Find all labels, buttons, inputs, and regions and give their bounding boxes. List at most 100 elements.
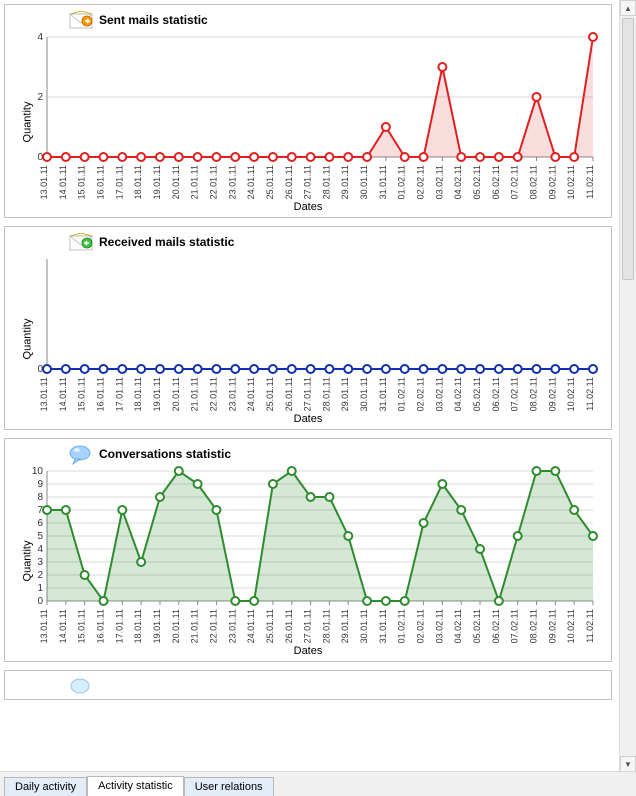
- xlabel-sent: Dates: [13, 201, 603, 213]
- svg-text:2: 2: [37, 570, 43, 581]
- svg-text:17.01.11: 17.01.11: [114, 609, 124, 643]
- scroll-up-button[interactable]: ▲: [620, 0, 636, 16]
- svg-text:11.02.11: 11.02.11: [585, 609, 595, 643]
- svg-text:31.01.11: 31.01.11: [378, 609, 388, 643]
- svg-text:4: 4: [37, 32, 43, 43]
- svg-text:29.01.11: 29.01.11: [340, 609, 350, 643]
- svg-text:15.01.11: 15.01.11: [77, 377, 87, 411]
- svg-text:25.01.11: 25.01.11: [265, 377, 275, 411]
- svg-text:04.02.11: 04.02.11: [453, 377, 463, 411]
- svg-text:6: 6: [37, 518, 43, 529]
- svg-text:08.02.11: 08.02.11: [529, 609, 539, 643]
- svg-text:13.01.11: 13.01.11: [39, 609, 49, 643]
- svg-text:07.02.11: 07.02.11: [510, 165, 520, 199]
- svg-text:30.01.11: 30.01.11: [359, 165, 369, 199]
- svg-text:23.01.11: 23.01.11: [227, 165, 237, 199]
- svg-text:26.01.11: 26.01.11: [284, 165, 294, 199]
- svg-text:21.01.11: 21.01.11: [190, 165, 200, 199]
- svg-text:13.01.11: 13.01.11: [39, 377, 49, 411]
- panel-received-mails: Received mails statistic Quantity 013.01…: [4, 226, 612, 430]
- svg-text:18.01.11: 18.01.11: [133, 377, 143, 411]
- svg-text:17.01.11: 17.01.11: [114, 377, 124, 411]
- svg-text:23.01.11: 23.01.11: [227, 609, 237, 643]
- tab-daily-activity[interactable]: Daily activity: [4, 777, 87, 796]
- svg-text:10: 10: [32, 466, 44, 477]
- ylabel-sent: Quantity: [21, 102, 33, 143]
- speech-bubble-icon: [69, 445, 93, 463]
- svg-text:14.01.11: 14.01.11: [58, 609, 68, 643]
- svg-text:1: 1: [37, 583, 43, 594]
- svg-text:22.01.11: 22.01.11: [208, 165, 218, 199]
- chart-received: 013.01.1114.01.1115.01.1116.01.1117.01.1…: [13, 253, 603, 413]
- tab-user-relations[interactable]: User relations: [184, 777, 274, 796]
- svg-text:05.02.11: 05.02.11: [472, 377, 482, 411]
- svg-text:14.01.11: 14.01.11: [58, 165, 68, 199]
- svg-text:06.02.11: 06.02.11: [491, 609, 501, 643]
- svg-text:11.02.11: 11.02.11: [585, 377, 595, 411]
- svg-text:02.02.11: 02.02.11: [416, 165, 426, 199]
- svg-text:27.01.11: 27.01.11: [303, 377, 313, 411]
- svg-text:14.01.11: 14.01.11: [58, 377, 68, 411]
- svg-text:01.02.11: 01.02.11: [397, 609, 407, 643]
- svg-text:06.02.11: 06.02.11: [491, 165, 501, 199]
- svg-text:09.02.11: 09.02.11: [547, 609, 557, 643]
- svg-text:03.02.11: 03.02.11: [434, 165, 444, 199]
- svg-text:02.02.11: 02.02.11: [416, 377, 426, 411]
- svg-text:18.01.11: 18.01.11: [133, 165, 143, 199]
- scrollbar-thumb[interactable]: [622, 18, 634, 280]
- svg-text:09.02.11: 09.02.11: [547, 165, 557, 199]
- tabstrip: Daily activity Activity statistic User r…: [0, 771, 636, 796]
- svg-text:28.01.11: 28.01.11: [321, 609, 331, 643]
- unknown-icon: [69, 677, 93, 695]
- xlabel-received: Dates: [13, 413, 603, 425]
- svg-text:18.01.11: 18.01.11: [133, 609, 143, 643]
- svg-text:13.01.11: 13.01.11: [39, 165, 49, 199]
- svg-text:0: 0: [37, 596, 43, 607]
- tab-activity-statistic[interactable]: Activity statistic: [87, 776, 184, 796]
- svg-text:24.01.11: 24.01.11: [246, 165, 256, 199]
- svg-text:16.01.11: 16.01.11: [95, 609, 105, 643]
- panel-sent-title: Sent mails statistic: [99, 13, 208, 27]
- svg-text:5: 5: [37, 531, 43, 542]
- svg-text:04.02.11: 04.02.11: [453, 609, 463, 643]
- svg-text:08.02.11: 08.02.11: [529, 165, 539, 199]
- svg-text:31.01.11: 31.01.11: [378, 165, 388, 199]
- svg-text:05.02.11: 05.02.11: [472, 165, 482, 199]
- svg-text:24.01.11: 24.01.11: [246, 609, 256, 643]
- panel-next-cutoff: [4, 670, 612, 700]
- svg-text:27.01.11: 27.01.11: [303, 165, 313, 199]
- svg-text:03.02.11: 03.02.11: [434, 377, 444, 411]
- svg-text:07.02.11: 07.02.11: [510, 377, 520, 411]
- svg-text:15.01.11: 15.01.11: [77, 165, 87, 199]
- svg-text:22.01.11: 22.01.11: [208, 609, 218, 643]
- svg-text:28.01.11: 28.01.11: [321, 165, 331, 199]
- svg-text:16.01.11: 16.01.11: [95, 165, 105, 199]
- scroll-down-button[interactable]: ▼: [620, 756, 636, 772]
- svg-text:30.01.11: 30.01.11: [359, 377, 369, 411]
- svg-text:08.02.11: 08.02.11: [529, 377, 539, 411]
- svg-text:10.02.11: 10.02.11: [566, 609, 576, 643]
- svg-text:24.01.11: 24.01.11: [246, 377, 256, 411]
- svg-text:2: 2: [37, 92, 43, 103]
- panel-sent-mails: Sent mails statistic Quantity 02413.01.1…: [4, 4, 612, 218]
- svg-text:3: 3: [37, 557, 43, 568]
- chart-conv: 01234567891013.01.1114.01.1115.01.1116.0…: [13, 465, 603, 645]
- svg-text:29.01.11: 29.01.11: [340, 165, 350, 199]
- svg-text:02.02.11: 02.02.11: [416, 609, 426, 643]
- svg-text:05.02.11: 05.02.11: [472, 609, 482, 643]
- ylabel-received: Quantity: [21, 319, 33, 360]
- panel-conversations: Conversations statistic Quantity 0123456…: [4, 438, 612, 662]
- chart-scroll-area[interactable]: Sent mails statistic Quantity 0 2 4 13.01.1…: [0, 0, 619, 772]
- svg-text:20.01.11: 20.01.11: [171, 609, 181, 643]
- svg-text:10.02.11: 10.02.11: [566, 165, 576, 199]
- svg-text:21.01.11: 21.01.11: [190, 377, 200, 411]
- mail-received-icon: [69, 233, 93, 251]
- svg-text:25.01.11: 25.01.11: [265, 165, 275, 199]
- xlabel-conv: Dates: [13, 645, 603, 657]
- vertical-scrollbar[interactable]: ▲ ▼: [619, 0, 636, 772]
- svg-text:9: 9: [37, 479, 43, 490]
- svg-text:01.02.11: 01.02.11: [397, 165, 407, 199]
- svg-text:15.01.11: 15.01.11: [77, 609, 87, 643]
- svg-text:06.02.11: 06.02.11: [491, 377, 501, 411]
- svg-text:19.01.11: 19.01.11: [152, 377, 162, 411]
